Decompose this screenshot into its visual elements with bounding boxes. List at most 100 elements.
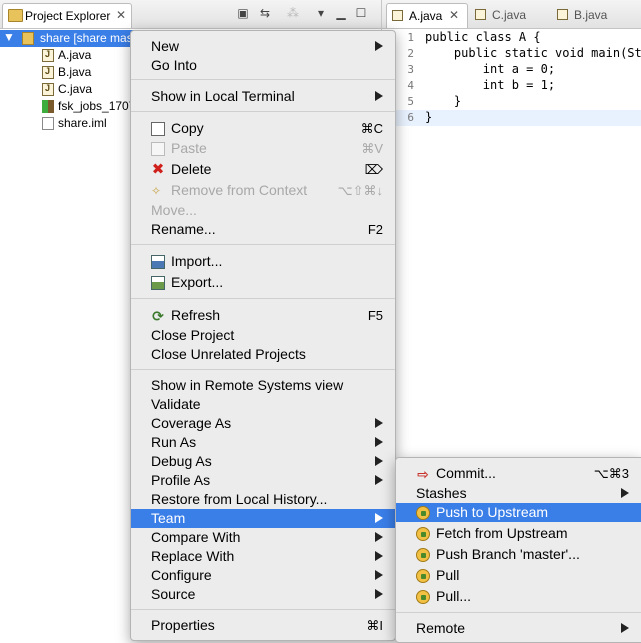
menu-item-close-project[interactable]: Close Project [131, 326, 395, 345]
context-menu: New Go Into Show in Local Terminal Copy … [130, 30, 396, 641]
menu-item-import[interactable]: Import... [131, 252, 395, 271]
export-icon [151, 276, 165, 290]
menu-item-compare-with[interactable]: Compare With [131, 528, 395, 547]
menu-item-profile-as[interactable]: Profile As [131, 471, 395, 490]
commit-icon: ⇨ [417, 466, 429, 482]
submenu-arrow-icon [375, 418, 383, 428]
menu-label: Validate [151, 396, 201, 412]
menu-label: Stashes [416, 485, 467, 501]
menu-shortcut: F5 [367, 308, 383, 323]
menu-item-debug-as[interactable]: Debug As [131, 452, 395, 471]
menu-item-restore-from-local-history[interactable]: Restore from Local History... [131, 490, 395, 509]
menu-item-configure[interactable]: Configure [131, 566, 395, 585]
code-line-current[interactable]: 6 } [382, 110, 641, 126]
tab-c-java[interactable]: C.java [470, 3, 550, 27]
code-line[interactable]: 1 public class A { [382, 30, 641, 46]
filter-icon[interactable]: ⁂ [286, 6, 300, 20]
menu-item-coverage-as[interactable]: Coverage As [131, 414, 395, 433]
delete-icon: ✖ [151, 161, 165, 178]
link-editor-icon[interactable]: ⇆ [258, 6, 272, 20]
menu-label: Fetch from Upstream [436, 525, 568, 541]
menu-item-source[interactable]: Source [131, 585, 395, 604]
java-file-icon [42, 66, 54, 79]
code-text: int a = 0; [425, 62, 556, 76]
tab-b-java[interactable]: B.java [552, 3, 632, 27]
menu-item-delete[interactable]: ✖ Delete ⌦ [131, 160, 395, 179]
view-menu-icon[interactable]: ▾ [314, 6, 328, 20]
tree-item-label: fsk_jobs_1707 [58, 99, 136, 113]
line-number: 6 [407, 111, 414, 124]
minimize-icon[interactable]: ▁ [334, 6, 348, 20]
line-number: 1 [407, 31, 414, 44]
menu-item-push-to-upstream[interactable]: Push to Upstream [396, 503, 641, 522]
push-icon [416, 506, 430, 520]
menu-label: Rename... [151, 221, 216, 237]
menu-item-new[interactable]: New [131, 37, 395, 56]
code-text: } [425, 94, 462, 108]
menu-item-stashes[interactable]: Stashes [396, 484, 641, 503]
menu-separator [131, 79, 395, 80]
paste-icon [151, 142, 165, 156]
submenu-arrow-icon [375, 513, 383, 523]
menu-item-remove-from-context[interactable]: ✧ Remove from Context ⌥⇧⌘↓ [131, 181, 395, 200]
refresh-icon: ⟳ [152, 308, 164, 324]
menu-item-remote[interactable]: Remote [396, 619, 641, 638]
submenu-arrow-icon [375, 570, 383, 580]
maximize-icon[interactable]: ☐ [354, 6, 368, 20]
close-icon[interactable]: ✕ [449, 8, 459, 22]
menu-item-fetch-from-upstream[interactable]: Fetch from Upstream [396, 524, 641, 543]
menu-label: Configure [151, 567, 212, 583]
menu-item-rename[interactable]: Rename... F2 [131, 220, 395, 239]
menu-item-properties[interactable]: Properties ⌘I [131, 616, 395, 635]
menu-item-push-branch[interactable]: Push Branch 'master'... [396, 545, 641, 564]
expand-arrow-icon[interactable]: ▼ [3, 30, 15, 44]
menu-item-commit[interactable]: ⇨ Commit... ⌥⌘3 [396, 464, 641, 483]
menu-label: Move... [151, 202, 197, 218]
code-line[interactable]: 5 } [382, 94, 641, 110]
menu-item-move[interactable]: Move... [131, 201, 395, 220]
menu-item-refresh[interactable]: ⟳ Refresh F5 [131, 306, 395, 325]
menu-item-replace-with[interactable]: Replace With [131, 547, 395, 566]
code-text: int b = 1; [425, 78, 556, 92]
menu-item-show-in-remote-systems[interactable]: Show in Remote Systems view [131, 376, 395, 395]
menu-item-close-unrelated-projects[interactable]: Close Unrelated Projects [131, 345, 395, 364]
tab-a-java[interactable]: A.java ✕ [386, 3, 468, 28]
menu-item-show-in-local-terminal[interactable]: Show in Local Terminal [131, 87, 395, 106]
submenu-arrow-icon [621, 623, 629, 633]
menu-label: Run As [151, 434, 197, 450]
menu-shortcut: ⌘I [366, 618, 383, 633]
menu-item-pull[interactable]: Pull [396, 566, 641, 585]
menu-item-copy[interactable]: Copy ⌘C [131, 119, 395, 138]
code-line[interactable]: 2 public static void main(String [382, 46, 641, 62]
collapse-all-icon[interactable]: ▣ [236, 6, 250, 20]
submenu-arrow-icon [375, 456, 383, 466]
code-line[interactable]: 3 int a = 0; [382, 62, 641, 78]
menu-item-pull-dialog[interactable]: Pull... [396, 587, 641, 606]
close-icon[interactable]: ✕ [116, 8, 126, 22]
menu-label: Remove from Context [171, 182, 308, 198]
tree-item-label: B.java [58, 65, 92, 79]
menu-item-validate[interactable]: Validate [131, 395, 395, 414]
pull-dialog-icon [416, 590, 430, 604]
menu-item-team[interactable]: Team [131, 509, 395, 528]
submenu-arrow-icon [375, 41, 383, 51]
menu-label: Compare With [151, 529, 241, 545]
java-file-icon [392, 10, 403, 21]
line-number: 5 [407, 95, 414, 108]
menu-label: Team [151, 510, 186, 526]
pull-icon [416, 569, 430, 583]
submenu-arrow-icon [375, 437, 383, 447]
menu-item-go-into[interactable]: Go Into [131, 56, 395, 75]
menu-separator [396, 612, 641, 613]
menu-label: Import... [171, 253, 223, 269]
menu-item-run-as[interactable]: Run As [131, 433, 395, 452]
tab-project-explorer[interactable]: Project Explorer ✕ [2, 3, 132, 28]
project-icon [22, 32, 34, 45]
java-file-icon [42, 49, 54, 62]
menu-item-export[interactable]: Export... [131, 273, 395, 292]
code-line[interactable]: 4 int b = 1; [382, 78, 641, 94]
line-number: 4 [407, 79, 414, 92]
menu-item-paste[interactable]: Paste ⌘V [131, 139, 395, 158]
menu-label: New [151, 38, 180, 54]
menu-shortcut: ⌥⇧⌘↓ [337, 183, 383, 198]
